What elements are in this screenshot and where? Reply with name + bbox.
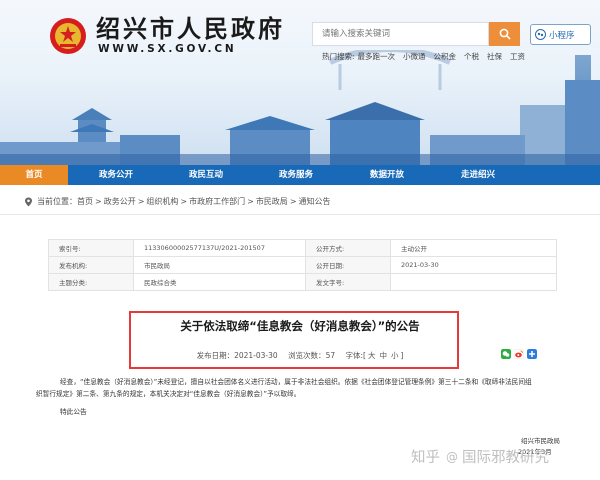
breadcrumb-link[interactable]: 首页	[77, 196, 93, 207]
wechat-share-icon[interactable]	[501, 349, 511, 359]
table-row: 主题分类: 民政综合类 发文字号:	[48, 273, 557, 291]
hot-search-item[interactable]: 社保	[487, 51, 502, 62]
location-pin-icon	[25, 197, 32, 206]
breadcrumb-separator: >	[247, 197, 254, 206]
document-number-label: 发文字号:	[305, 273, 391, 291]
index-number-label: 索引号:	[48, 239, 134, 257]
font-size-bracket-open: [	[363, 351, 366, 360]
share-icons	[501, 349, 540, 359]
hot-search-item[interactable]: 工资	[510, 51, 525, 62]
public-date-label: 公开日期:	[305, 256, 391, 274]
header-banner: 绍兴市人民政府 WWW.SX.GOV.CN 小程序 热门搜索: 最多跑一次 小微…	[0, 0, 600, 165]
document-info-table: 索引号: 11330600002577137U/2021-201507 公开方式…	[48, 239, 557, 291]
search-input[interactable]	[312, 22, 489, 46]
breadcrumb-link[interactable]: 组织机构	[146, 196, 178, 207]
breadcrumb-prefix: 当前位置：	[37, 197, 77, 206]
body-line: 经查，“佳息教会（好消息教会）”未经登记，擅自以社会团体名义进行活动，属于非法社…	[60, 378, 532, 386]
publish-date-value: 2021-03-30	[234, 351, 278, 360]
view-count: 浏览次数：57	[288, 351, 335, 360]
public-date-value: 2021-03-30	[390, 256, 557, 274]
font-size-control: 字体:[大中小]	[346, 351, 404, 360]
signoff: 特此公告	[60, 408, 87, 416]
breadcrumb-separator: >	[137, 197, 145, 206]
search-button[interactable]	[489, 22, 520, 46]
breadcrumb-link[interactable]: 市民政局	[256, 196, 288, 207]
nav-item-government-affairs[interactable]: 政务公开	[99, 165, 133, 185]
site-domain: WWW.SX.GOV.CN	[98, 43, 237, 55]
font-size-label: 字体:	[345, 351, 364, 360]
watermark-handle: 国际邪教研究	[462, 450, 549, 466]
hot-search-item[interactable]: 小微通	[403, 51, 426, 62]
font-size-bracket-close: ]	[400, 351, 404, 360]
hot-search-item[interactable]: 最多跑一次	[358, 51, 396, 62]
main-nav: 首页 政务公开 政民互动 政务服务 数据开放 走进绍兴	[0, 165, 600, 185]
font-size-large[interactable]: 大	[368, 351, 376, 360]
topic-category-value: 民政综合类	[133, 273, 306, 291]
watermark: 知乎 @ 国际邪教研究	[411, 446, 549, 467]
publish-date-label: 发布日期：	[196, 351, 235, 360]
wechat-mini-program-icon	[535, 29, 546, 40]
issuing-agency-value: 市民政局	[133, 256, 306, 274]
disclosure-method-label: 公开方式:	[305, 239, 391, 257]
search-icon	[499, 28, 511, 40]
nav-item-data-open[interactable]: 数据开放	[370, 165, 404, 185]
breadcrumb-link[interactable]: 通知公告	[299, 196, 331, 207]
topic-category-label: 主题分类:	[48, 273, 134, 291]
disclosure-method-value: 主动公开	[390, 239, 557, 257]
breadcrumb: 当前位置： 首页 > 政务公开 > 组织机构 > 市政府工作部门 > 市民政局 …	[24, 196, 331, 207]
watermark-at: @	[446, 449, 458, 464]
view-count-label: 浏览次数：	[288, 351, 326, 360]
breadcrumb-link[interactable]: 政务公开	[104, 196, 136, 207]
breadcrumb-separator: >	[180, 197, 188, 206]
city-skyline-illustration	[0, 50, 600, 165]
signature-organization: 绍兴市民政局	[521, 437, 560, 445]
article-title: 关于依法取缔“佳息教会（好消息教会）”的公告	[180, 319, 420, 333]
nav-item-interaction[interactable]: 政民互动	[189, 165, 223, 185]
more-share-icon[interactable]	[527, 349, 537, 359]
breadcrumb-separator: >	[95, 197, 102, 206]
divider	[0, 214, 600, 215]
article-body: 经查，“佳息教会（好消息教会）”未经登记，擅自以社会团体名义进行活动，属于非法社…	[36, 377, 556, 416]
site-title[interactable]: 绍兴市人民政府	[96, 16, 285, 42]
breadcrumb-separator: >	[289, 197, 297, 206]
breadcrumb-link[interactable]: 市政府工作部门	[189, 196, 245, 207]
document-number-value	[390, 273, 557, 291]
nav-item-home[interactable]: 首页	[0, 165, 68, 185]
hot-search: 热门搜索: 最多跑一次 小微通 公积金 个税 社保 工资	[322, 51, 533, 62]
nav-item-services[interactable]: 政务服务	[279, 165, 313, 185]
issuing-agency-label: 发布机构:	[48, 256, 134, 274]
nav-item-about-shaoxing[interactable]: 走进绍兴	[461, 165, 495, 185]
table-row: 发布机构: 市民政局 公开日期: 2021-03-30	[48, 256, 557, 274]
hot-search-label: 热门搜索:	[322, 52, 355, 61]
watermark-prefix: 知乎	[411, 450, 440, 466]
mini-program-label: 小程序	[549, 30, 575, 41]
font-size-small[interactable]: 小	[391, 351, 399, 360]
body-paragraph: 经查，“佳息教会（好消息教会）”未经登记，擅自以社会团体名义进行活动，属于非法社…	[36, 377, 556, 400]
mini-program-button[interactable]: 小程序	[530, 24, 591, 45]
hot-search-item[interactable]: 个税	[464, 51, 479, 62]
national-emblem-icon	[50, 18, 86, 54]
body-line: 织暂行规定》第二条、第九条的规定，本机关决定对“佳息教会（好消息教会）”予以取缔…	[36, 389, 301, 398]
publish-date: 发布日期：2021-03-30	[197, 351, 278, 360]
index-number-value: 11330600002577137U/2021-201507	[133, 239, 306, 257]
view-count-value: 57	[325, 351, 336, 360]
hot-search-item[interactable]: 公积金	[434, 51, 457, 62]
table-row: 索引号: 11330600002577137U/2021-201507 公开方式…	[48, 239, 557, 257]
weibo-share-icon[interactable]	[514, 349, 524, 359]
font-size-medium[interactable]: 中	[379, 351, 387, 360]
